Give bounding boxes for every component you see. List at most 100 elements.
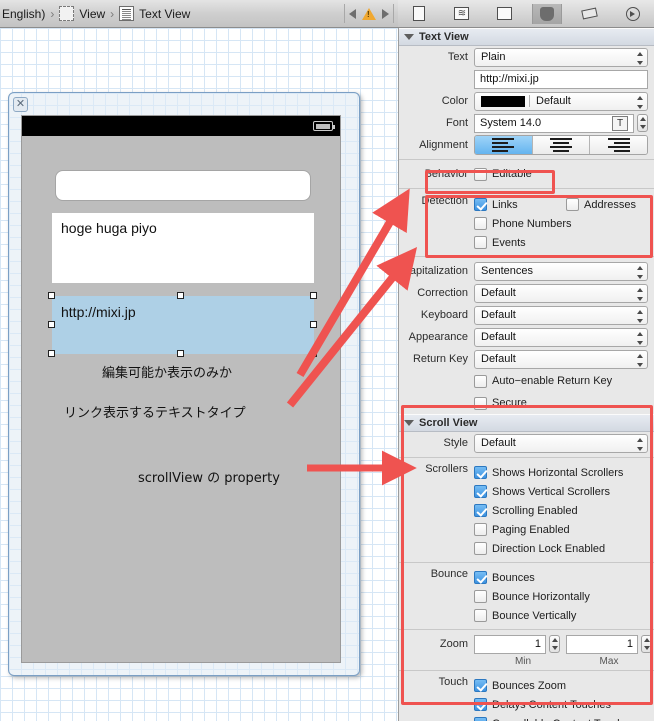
file-icon (413, 6, 426, 21)
appearance-select[interactable]: Default (474, 327, 648, 347)
attributes-inspector-panel[interactable]: Text View Text Plain http://mixi.jp Colo… (398, 28, 654, 721)
checkbox-phone-numbers[interactable]: Phone Numbers (474, 214, 648, 233)
checkbox-direction-lock-enabled[interactable]: Direction Lock Enabled (474, 539, 648, 558)
text-style-select[interactable]: Plain (474, 47, 648, 67)
section-header-text-view[interactable]: Text View (399, 28, 654, 46)
checkbox-cancellable-content-touches[interactable]: Cancellable Content Touches (474, 714, 648, 721)
text-view-unselected[interactable]: hoge huga piyo (52, 213, 314, 283)
inspector-tab-strip: ≋ (398, 0, 654, 27)
warning-triangle-icon[interactable] (362, 7, 376, 20)
checkbox-scrolling-enabled[interactable]: Scrolling Enabled (474, 501, 648, 520)
device-screen[interactable]: hoge huga piyo http://mixi.jp 編集可能か表示のみか… (21, 115, 341, 663)
checkbox-secure[interactable]: Secure (474, 394, 527, 413)
text-field[interactable] (55, 170, 311, 201)
color-select[interactable]: Default (474, 91, 648, 111)
checkbox-label: Paging Enabled (492, 523, 570, 536)
return-key-select[interactable]: Default (474, 349, 648, 369)
checkbox-label: Bounce Vertically (492, 609, 577, 622)
tab-size-inspector[interactable] (575, 4, 605, 24)
checkbox-shows-horizontal-scrollers[interactable]: Shows Horizontal Scrollers (474, 463, 648, 482)
checkbox-box[interactable] (474, 236, 487, 249)
correction-select[interactable]: Default (474, 283, 648, 303)
tab-connections-inspector[interactable] (618, 4, 648, 24)
align-right-button[interactable] (590, 136, 647, 154)
style-select[interactable]: Default (474, 433, 648, 453)
color-swatch[interactable] (481, 95, 525, 107)
checkbox-delays-content-touches[interactable]: Delays Content Touches (474, 695, 648, 714)
checkbox-addresses[interactable]: Addresses (566, 195, 636, 214)
breadcrumb-item-text-view[interactable]: Text View (119, 0, 190, 27)
checkbox-paging-enabled[interactable]: Paging Enabled (474, 520, 648, 539)
checkbox-label: Bounce Horizontally (492, 590, 590, 603)
resize-handle[interactable] (310, 292, 317, 299)
checkbox-box[interactable] (474, 198, 487, 211)
checkbox-editable[interactable]: Editable (474, 165, 532, 184)
checkbox-box[interactable] (474, 717, 487, 721)
checkbox-events[interactable]: Events (474, 233, 648, 252)
row-scrollers: Scrollers Shows Horizontal Scrollers Sho… (399, 461, 654, 559)
checkbox-box[interactable] (474, 571, 487, 584)
resize-handle[interactable] (310, 350, 317, 357)
section-header-scroll-view[interactable]: Scroll View (399, 414, 654, 432)
tab-identity-inspector[interactable] (490, 4, 520, 24)
checkbox-label: Bounces (492, 571, 535, 584)
capitalization-select[interactable]: Sentences (474, 261, 648, 281)
align-left-button[interactable] (475, 136, 533, 154)
divider (399, 256, 654, 257)
checkbox-box[interactable] (474, 396, 487, 410)
chevron-down-icon[interactable] (404, 34, 414, 40)
keyboard-select[interactable]: Default (474, 305, 648, 325)
resize-handle[interactable] (177, 292, 184, 299)
resize-handle[interactable] (177, 350, 184, 357)
chevron-down-icon[interactable] (404, 420, 414, 426)
resize-handle[interactable] (48, 350, 55, 357)
tab-quick-help-inspector[interactable]: ≋ (447, 4, 477, 24)
alignment-segmented-control[interactable] (474, 135, 648, 155)
back-arrow-icon[interactable] (349, 8, 356, 19)
zoom-max-input[interactable]: 1 (566, 634, 638, 654)
resize-handle[interactable] (48, 321, 55, 328)
resize-handle[interactable] (48, 292, 55, 299)
checkbox-auto-enable-return-key[interactable]: Auto−enable Return Key (474, 372, 612, 391)
close-icon[interactable]: ✕ (13, 97, 28, 112)
checkbox-bounces-zoom[interactable]: Bounces Zoom (474, 676, 648, 695)
checkbox-bounce-vertically[interactable]: Bounce Vertically (474, 606, 648, 625)
chevron-updown-icon (636, 331, 643, 345)
breadcrumb-separator: › (110, 6, 115, 21)
font-picker-icon[interactable]: T (612, 115, 628, 131)
breadcrumb-item-view[interactable]: View (59, 0, 105, 27)
zoom-min-stepper[interactable] (549, 635, 560, 653)
resize-handle[interactable] (310, 321, 317, 328)
checkbox-box[interactable] (474, 466, 487, 479)
design-canvas[interactable]: ✕ hoge huga piyo http://mixi.jp 編集可能か表示の… (0, 28, 398, 721)
checkbox-bounce-horizontally[interactable]: Bounce Horizontally (474, 587, 648, 606)
checkbox-box[interactable] (566, 198, 579, 211)
checkbox-box[interactable] (474, 374, 487, 388)
checkbox-box[interactable] (474, 698, 487, 711)
checkbox-box[interactable] (474, 590, 487, 603)
checkbox-box[interactable] (474, 542, 487, 555)
zoom-min-input[interactable]: 1 (474, 634, 546, 654)
zoom-max-stepper[interactable] (641, 635, 652, 653)
align-center-button[interactable] (532, 136, 591, 154)
font-stepper[interactable] (637, 114, 648, 132)
checkbox-box[interactable] (474, 609, 487, 622)
forward-arrow-icon[interactable] (382, 8, 389, 19)
tab-attributes-inspector[interactable] (532, 3, 563, 24)
checkbox-box[interactable] (474, 679, 487, 692)
checkbox-bounces[interactable]: Bounces (474, 568, 648, 587)
text-view-selected[interactable]: http://mixi.jp (52, 296, 314, 354)
checkbox-box[interactable] (474, 217, 487, 230)
font-input[interactable]: System 14.0 T (474, 113, 634, 133)
tab-file-inspector[interactable] (404, 4, 434, 24)
device-window[interactable]: ✕ hoge huga piyo http://mixi.jp 編集可能か表示の… (8, 92, 360, 676)
breadcrumb-item-english[interactable]: English) (2, 0, 45, 27)
label-capitalization: Capitalization (401, 265, 468, 277)
checkbox-shows-vertical-scrollers[interactable]: Shows Vertical Scrollers (474, 482, 648, 501)
text-content-input[interactable]: http://mixi.jp (474, 69, 648, 89)
checkbox-box[interactable] (474, 523, 487, 536)
checkbox-box[interactable] (474, 167, 487, 181)
checkbox-box[interactable] (474, 504, 487, 517)
checkbox-box[interactable] (474, 485, 487, 498)
checkbox-links[interactable]: Links (474, 195, 566, 214)
